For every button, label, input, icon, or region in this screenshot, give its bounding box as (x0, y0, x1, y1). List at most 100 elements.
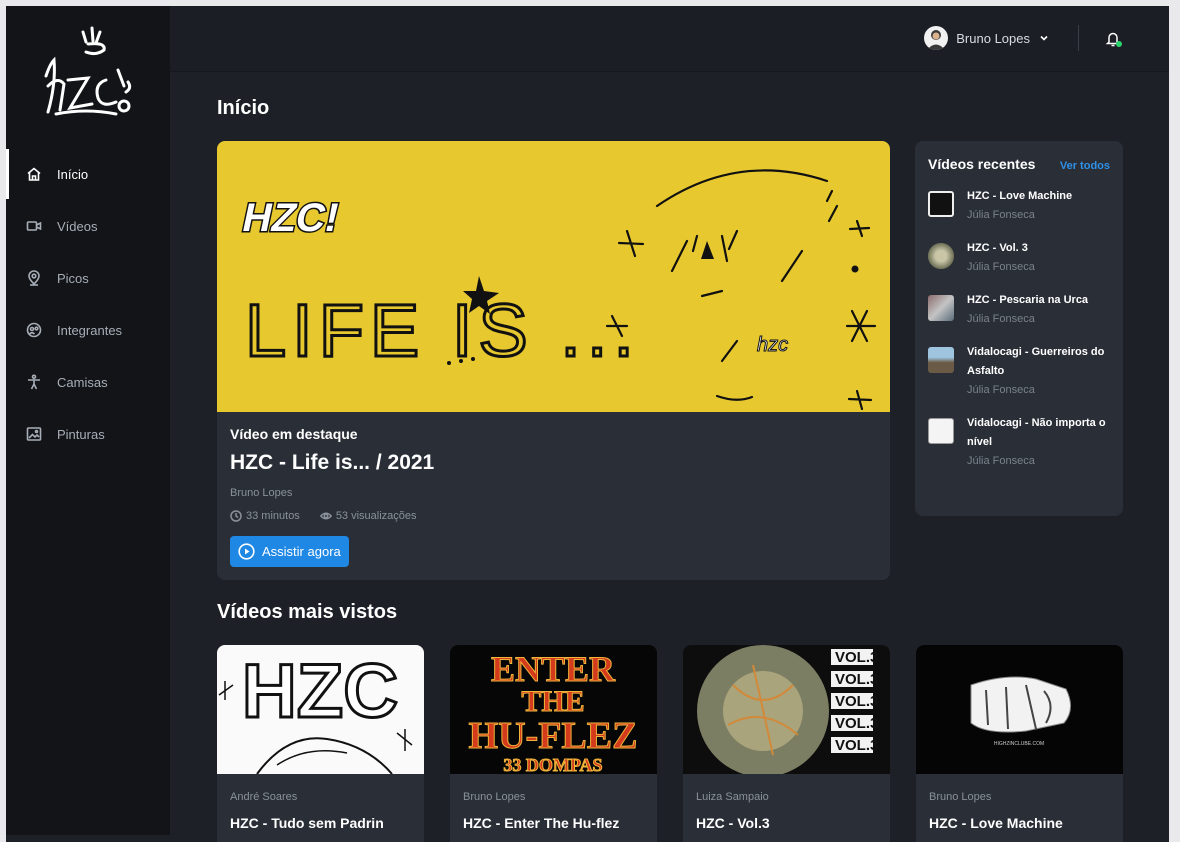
top-bar: Bruno Lopes (170, 6, 1169, 72)
featured-meta: 33 minutos 53 visualizações (230, 510, 877, 522)
video-title: Vidalocagi - Não importa o nível (967, 417, 1106, 448)
video-title: HZC - Pescaria na Urca (967, 294, 1089, 306)
thumbnail-text: VOL.3 (835, 649, 878, 666)
video-author: Júlia Fonseca (967, 209, 1035, 221)
thumbnail-line: THE (521, 685, 584, 718)
video-title: HZC - Love Machine (929, 815, 1063, 831)
recent-videos-panel: Vídeos recentes Ver todos HZC - Love Mac… (915, 141, 1123, 516)
video-title: HZC - Enter The Hu-flez (463, 815, 620, 831)
sidebar-item-integrantes[interactable]: Integrantes (6, 304, 170, 356)
banner-title-text: LIFE IS ... (245, 289, 640, 372)
video-author: Bruno Lopes (929, 791, 992, 803)
views: 53 visualizações (319, 510, 417, 522)
views-text: 53 visualizações (335, 510, 417, 522)
video-author: Bruno Lopes (463, 791, 526, 803)
user-name: Bruno Lopes (956, 30, 1030, 46)
watch-now-button[interactable]: Assistir agora (230, 536, 349, 567)
featured-video-thumbnail[interactable]: HZC! LIFE IS ... hzc (217, 141, 890, 412)
list-item[interactable]: HZC - Love Machine Júlia Fonseca (928, 187, 1115, 225)
sidebar-item-label: Integrantes (57, 322, 123, 338)
thumbnail-line: ENTER (491, 649, 616, 689)
sidebar-item-camisas[interactable]: Camisas (6, 356, 170, 408)
map-pin-icon (26, 270, 42, 286)
video-thumbnail (928, 347, 954, 373)
section-title: Vídeos mais vistos (217, 601, 398, 623)
recent-videos-list: HZC - Love Machine Júlia Fonseca HZC - Vo… (928, 187, 1115, 485)
video-card[interactable]: HZC André Soares HZC - Tudo sem Padrin (217, 645, 424, 842)
banner-logo-text: HZC! (239, 194, 344, 239)
sidebar-nav: Início Vídeos Picos Integrantes Camisas … (6, 148, 170, 460)
list-item[interactable]: HZC - Vol. 3 Júlia Fonseca (928, 239, 1115, 277)
notification-indicator (1116, 41, 1122, 47)
notifications-button[interactable] (1105, 30, 1122, 48)
sidebar-item-videos[interactable]: Vídeos (6, 200, 170, 252)
sidebar-item-inicio[interactable]: Início (6, 148, 170, 200)
avatar (924, 26, 949, 50)
list-item[interactable]: Vidalocagi - Não importa o nível Júlia Fo… (928, 414, 1115, 471)
video-title: HZC - Vol.3 (696, 815, 770, 831)
see-all-link[interactable]: Ver todos (1060, 160, 1110, 172)
brand-logo[interactable] (36, 24, 136, 124)
thumbnail-line: HU-FLEZ (469, 715, 638, 757)
thumbnail-text: VOL.3 (835, 715, 878, 732)
video-thumbnail: VOL.3 VOL.3 VOL.3 VOL.3 VOL.3 (683, 645, 890, 774)
video-title: Vidalocagi - Guerreiros do Asfalto (967, 346, 1105, 377)
person-icon (26, 374, 42, 390)
video-thumbnail (928, 418, 954, 444)
most-viewed-grid: HZC André Soares HZC - Tudo sem Padrin E… (217, 645, 1123, 842)
list-item[interactable]: HZC - Pescaria na Urca Júlia Fonseca (928, 291, 1115, 329)
list-item[interactable]: Vidalocagi - Guerreiros do Asfalto Júlia … (928, 343, 1115, 400)
featured-video-card: HZC! LIFE IS ... hzc Vídeo em destaque H… (217, 141, 890, 580)
featured-artwork: HZC! LIFE IS ... hzc (237, 169, 877, 411)
sidebar-item-label: Picos (57, 270, 89, 286)
divider (1078, 25, 1079, 51)
thumbnail-text: HZC (242, 649, 398, 734)
featured-kicker: Vídeo em destaque (230, 426, 358, 442)
video-camera-icon (26, 218, 42, 234)
sidebar-item-label: Camisas (57, 374, 108, 390)
video-author: Júlia Fonseca (967, 261, 1035, 273)
video-author: André Soares (230, 791, 298, 803)
sidebar: Início Vídeos Picos Integrantes Camisas … (6, 6, 170, 835)
page-title: Início (217, 97, 270, 119)
thumbnail-text: VOL.3 (835, 671, 878, 688)
home-icon (26, 166, 42, 182)
video-title: HZC - Tudo sem Padrin (230, 815, 384, 831)
video-card[interactable]: VOL.3 VOL.3 VOL.3 VOL.3 VOL.3 Luiza Samp… (683, 645, 890, 842)
banner-small-logo: hzc (757, 334, 788, 356)
video-title: HZC - Vol. 3 (967, 242, 1028, 254)
video-thumbnail (928, 295, 954, 321)
video-card[interactable]: ENTER THE HU-FLEZ 33 DOMPAS Bruno Lopes … (450, 645, 657, 842)
clock-icon (230, 510, 242, 522)
featured-author: Bruno Lopes (230, 487, 293, 499)
play-circle-icon (238, 543, 255, 560)
video-thumbnail: HIGHZINCLUBE.COM (916, 645, 1123, 774)
sidebar-item-pinturas[interactable]: Pinturas (6, 408, 170, 460)
video-author: Júlia Fonseca (967, 384, 1035, 396)
sidebar-item-label: Pinturas (57, 426, 105, 442)
video-title: HZC - Love Machine (967, 190, 1073, 202)
sidebar-item-label: Início (57, 166, 89, 182)
video-thumbnail: HZC (217, 645, 424, 774)
image-icon (26, 426, 42, 442)
chevron-down-icon (1040, 35, 1048, 41)
featured-title[interactable]: HZC - Life is... / 2021 (230, 451, 877, 475)
group-icon (26, 322, 42, 338)
watch-now-label: Assistir agora (262, 544, 341, 559)
recent-videos-header: Vídeos recentes Ver todos (928, 156, 1110, 172)
video-author: Júlia Fonseca (967, 313, 1035, 325)
thumbnail-caption: HIGHZINCLUBE.COM (994, 741, 1044, 747)
sidebar-item-picos[interactable]: Picos (6, 252, 170, 304)
video-thumbnail (928, 191, 954, 217)
video-card[interactable]: HIGHZINCLUBE.COM Bruno Lopes HZC - Love … (916, 645, 1123, 842)
hzc-logo-icon (44, 26, 132, 116)
app-window: Início Vídeos Picos Integrantes Camisas … (6, 6, 1169, 842)
thumbnail-text: VOL.3 (835, 693, 878, 710)
video-thumbnail (928, 243, 954, 269)
duration: 33 minutos (230, 510, 300, 522)
video-author: Luiza Sampaio (696, 791, 769, 803)
user-menu[interactable]: Bruno Lopes (924, 26, 1049, 50)
video-author: Júlia Fonseca (967, 455, 1035, 467)
duration-text: 33 minutos (246, 510, 300, 522)
thumbnail-footer: 33 DOMPAS (503, 755, 602, 774)
